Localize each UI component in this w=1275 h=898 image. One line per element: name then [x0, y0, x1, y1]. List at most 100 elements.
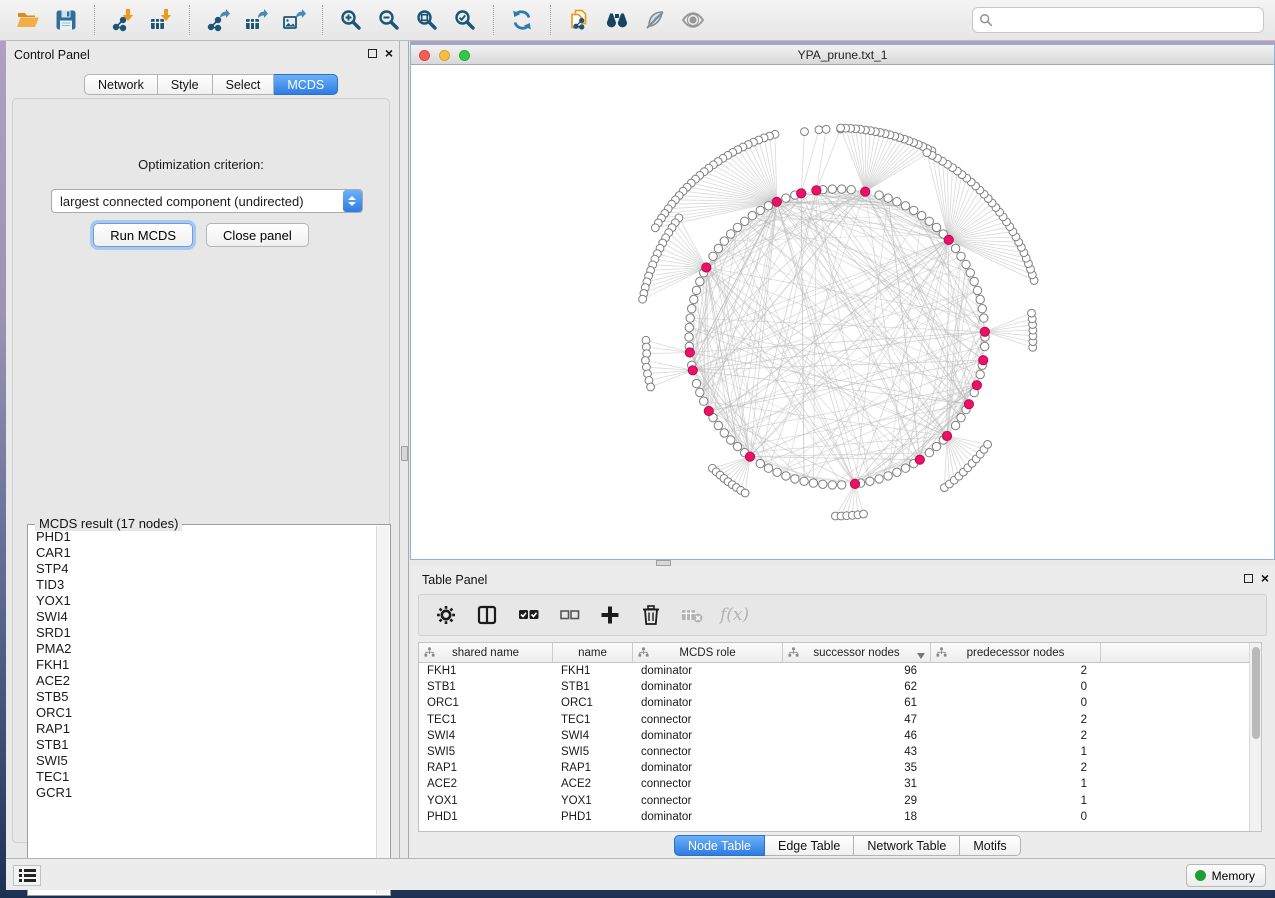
tree-icon [788, 647, 799, 661]
details-toggle-icon[interactable] [640, 6, 670, 34]
mcds-result-item[interactable]: SWI5 [30, 753, 374, 769]
toolbar-group [0, 5, 95, 35]
table-row[interactable]: SWI4SWI4dominator462 [419, 728, 1261, 744]
checked-boxes-icon[interactable] [515, 602, 541, 628]
mcds-result-item[interactable]: ACE2 [30, 673, 374, 689]
open-folder-icon[interactable] [13, 6, 43, 34]
eye-icon[interactable] [678, 6, 708, 34]
mcds-result-item[interactable]: RAP1 [30, 721, 374, 737]
run-mcds-button[interactable]: Run MCDS [93, 223, 193, 247]
function-icon[interactable]: f(x) [720, 602, 749, 628]
table-scrollbar-thumb[interactable] [1252, 647, 1260, 739]
table-scrollbar[interactable] [1249, 643, 1261, 831]
close-icon[interactable]: × [1261, 573, 1269, 583]
export-image-icon[interactable] [279, 6, 309, 34]
mcds-result-item[interactable]: SWI4 [30, 609, 374, 625]
tab-network-table[interactable]: Network Table [854, 835, 960, 856]
search-input[interactable] [997, 13, 1257, 27]
table-row[interactable]: FKH1FKH1dominator962 [419, 663, 1261, 679]
close-icon[interactable]: × [385, 48, 393, 58]
save-session-icon[interactable] [51, 6, 81, 34]
table-cell: 2 [931, 728, 1101, 744]
select-stepper-icon [343, 190, 362, 212]
table-row[interactable]: TEC1TEC1connector472 [419, 712, 1261, 728]
export-table-icon[interactable] [241, 6, 271, 34]
tab-select[interactable]: Select [213, 74, 275, 95]
table-row[interactable]: YOX1YOX1connector291 [419, 793, 1261, 809]
table-cell: 62 [783, 679, 931, 695]
zoom-selected-icon[interactable] [450, 6, 480, 34]
mcds-result-item[interactable]: ORC1 [30, 705, 374, 721]
table-row[interactable]: RAP1RAP1dominator352 [419, 760, 1261, 776]
table-cell: connector [633, 776, 783, 792]
mcds-result-item[interactable]: YOX1 [30, 593, 374, 609]
tree-icon [424, 647, 435, 661]
float-icon[interactable] [1244, 574, 1253, 583]
table-tabs: Node TableEdge TableNetwork TableMotifs [674, 835, 1021, 856]
mcds-result-item[interactable]: FKH1 [30, 657, 374, 673]
mcds-result-item[interactable]: STB5 [30, 689, 374, 705]
table-row[interactable]: PHD1PHD1dominator180 [419, 809, 1261, 825]
mcds-result-item[interactable]: STP4 [30, 561, 374, 577]
close-panel-button[interactable]: Close panel [206, 223, 309, 247]
mcds-result-item[interactable]: STB1 [30, 737, 374, 753]
columns-icon[interactable] [474, 602, 500, 628]
memory-button[interactable]: Memory [1186, 864, 1266, 887]
table-row[interactable]: ACE2ACE2connector311 [419, 776, 1261, 792]
table-cell: 43 [783, 744, 931, 760]
trash-icon[interactable] [638, 602, 664, 628]
network-titlebar: YPA_prune.txt_1 [411, 45, 1274, 65]
unchecked-boxes-icon[interactable] [556, 602, 582, 628]
column-header-predecessor-nodes[interactable]: predecessor nodes [931, 643, 1101, 663]
table-row[interactable]: ORC1ORC1dominator610 [419, 695, 1261, 711]
zoom-in-icon[interactable] [336, 6, 366, 34]
refresh-icon[interactable] [507, 6, 537, 34]
tab-motifs[interactable]: Motifs [960, 835, 1020, 856]
column-header-successor-nodes[interactable]: successor nodes [783, 643, 931, 663]
tab-edge-table[interactable]: Edge Table [765, 835, 854, 856]
export-network-icon[interactable] [203, 6, 233, 34]
network-canvas[interactable] [411, 65, 1274, 559]
binoculars-icon[interactable] [602, 6, 632, 34]
mcds-result-item[interactable]: TEC1 [30, 769, 374, 785]
mcds-result-item[interactable]: PHD1 [30, 529, 374, 545]
column-label: predecessor nodes [967, 647, 1065, 659]
table-cell: TEC1 [553, 712, 633, 728]
tab-style[interactable]: Style [158, 74, 213, 95]
table-cell: connector [633, 793, 783, 809]
gear-icon[interactable] [433, 602, 459, 628]
table-header-row: shared namenameMCDS rolesuccessor nodes p… [419, 643, 1261, 663]
table-row[interactable]: SWI5SWI5connector431 [419, 744, 1261, 760]
plus-icon[interactable] [597, 602, 623, 628]
mcds-result-item[interactable]: SRD1 [30, 625, 374, 641]
clone-network-icon[interactable] [564, 6, 594, 34]
mcds-result-item[interactable]: TID3 [30, 577, 374, 593]
float-icon[interactable] [368, 49, 377, 58]
zoom-out-icon[interactable] [374, 6, 404, 34]
status-bar: Memory [6, 858, 1275, 890]
zoom-fit-icon[interactable] [412, 6, 442, 34]
mcds-list-scrollbar[interactable] [376, 526, 389, 894]
mcds-result-item[interactable]: PMA2 [30, 641, 374, 657]
table-cell: dominator [633, 760, 783, 776]
table-row[interactable]: STB1STB1dominator620 [419, 679, 1261, 695]
tab-network[interactable]: Network [84, 74, 158, 95]
column-header-name[interactable]: name [553, 643, 633, 663]
column-header-MCDS-role[interactable]: MCDS role [633, 643, 783, 663]
mcds-result-item[interactable]: CAR1 [30, 545, 374, 561]
criterion-select[interactable]: largest connected component (undirected) [51, 189, 363, 213]
table-cell: dominator [633, 663, 783, 679]
import-table-icon[interactable] [146, 6, 176, 34]
tab-mcds[interactable]: MCDS [274, 74, 338, 95]
tab-node-table[interactable]: Node Table [674, 835, 765, 856]
column-header-shared-name[interactable]: shared name [419, 643, 553, 663]
table-cell: dominator [633, 695, 783, 711]
table-cell: 47 [783, 712, 931, 728]
optimization-criterion-label: Optimization criterion: [13, 157, 389, 172]
table-cell: 96 [783, 663, 931, 679]
list-menu-button[interactable] [13, 865, 41, 886]
import-network-icon[interactable] [108, 6, 138, 34]
mcds-result-item[interactable]: GCR1 [30, 785, 374, 801]
vertical-splitter-handle[interactable] [401, 446, 408, 461]
grid-delete-icon[interactable] [679, 602, 705, 628]
